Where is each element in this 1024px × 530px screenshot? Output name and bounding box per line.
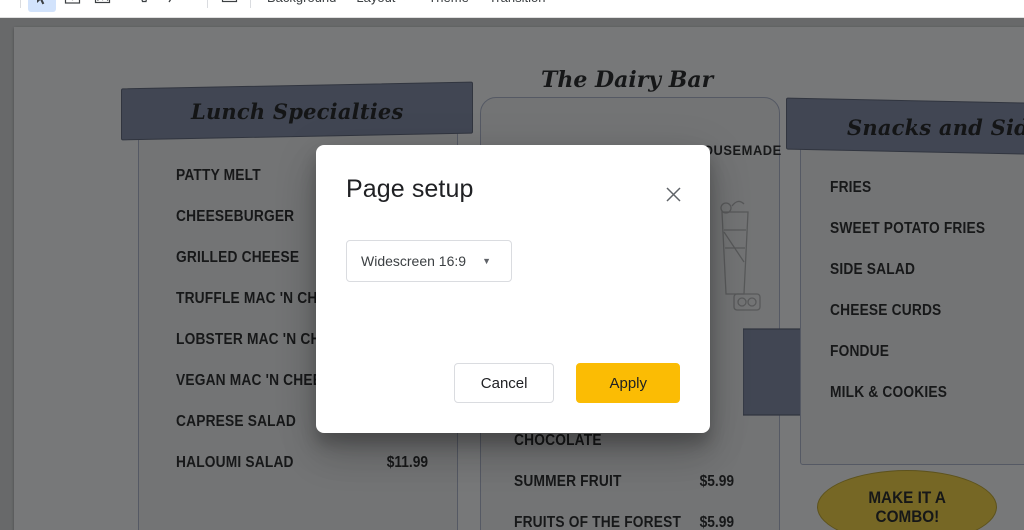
background-button-label: Background	[267, 0, 336, 5]
line-icon[interactable]	[160, 0, 188, 12]
theme-button-label: Theme	[428, 0, 468, 5]
image-dropdown-caret-icon[interactable]: ▾	[117, 0, 129, 12]
page-title: Page setup	[346, 175, 474, 203]
toolbar-divider	[20, 0, 21, 8]
dialog-actions: Cancel Apply	[453, 363, 680, 403]
layout-caret-icon: ▼	[400, 0, 408, 2]
textbox-icon[interactable]	[58, 0, 86, 12]
line-dropdown-caret-icon[interactable]: ▾	[189, 0, 201, 12]
page-size-select-value: Widescreen 16:9	[361, 253, 467, 269]
layout-button[interactable]: Layout ▼	[346, 0, 418, 12]
transition-button[interactable]: Transition	[479, 0, 556, 12]
cancel-button[interactable]: Cancel	[453, 363, 555, 403]
chevron-down-icon: ▼	[482, 255, 491, 266]
toolbar-divider	[207, 0, 208, 8]
transition-button-label: Transition	[489, 0, 546, 5]
close-icon[interactable]	[660, 181, 686, 207]
undo-caret-icon[interactable]: ▾	[2, 0, 14, 12]
editor-toolbar: ▾ ▾ ▾ Background Layout ▼ Theme Transitio…	[0, 0, 1024, 18]
background-button[interactable]: Background	[257, 0, 346, 12]
page-setup-dialog: Page setup Widescreen 16:9 ▼ Cancel Appl…	[316, 145, 710, 433]
insert-image-icon[interactable]	[88, 0, 116, 12]
apply-button[interactable]: Apply	[576, 363, 680, 403]
shape-icon[interactable]	[130, 0, 158, 12]
toolbar-divider	[250, 0, 251, 8]
select-cursor-icon[interactable]	[28, 0, 56, 12]
presentation-editor-window: ▾ ▾ ▾ Background Layout ▼ Theme Transitio…	[0, 0, 1024, 530]
page-size-select[interactable]: Widescreen 16:9 ▼	[346, 240, 512, 282]
comment-icon[interactable]	[215, 0, 243, 12]
theme-button[interactable]: Theme	[418, 0, 478, 12]
layout-button-label: Layout	[356, 0, 395, 5]
